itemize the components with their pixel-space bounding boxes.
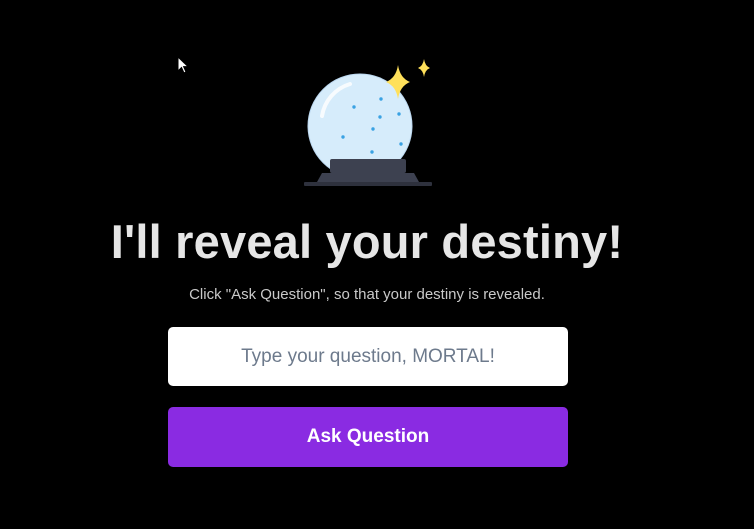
ask-question-button[interactable]: Ask Question: [168, 407, 568, 467]
page-title: I'll reveal your destiny!: [110, 215, 624, 268]
mouse-cursor-icon: [177, 56, 189, 74]
instructions-text: Click "Ask Question", so that your desti…: [189, 286, 545, 303]
question-input[interactable]: [168, 327, 568, 386]
crystal-ball-icon: [304, 59, 432, 186]
